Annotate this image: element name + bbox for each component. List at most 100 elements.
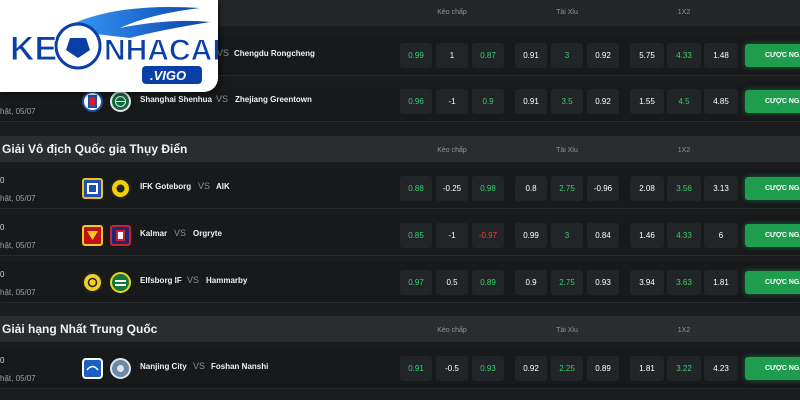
odds-home-win[interactable]: 3.94 — [630, 270, 664, 295]
odds-draw[interactable]: 3.22 — [667, 356, 701, 381]
match-date: hật, 05/07 — [0, 107, 36, 116]
odds-draw[interactable]: 4.5 — [667, 89, 701, 114]
odds-over[interactable]: 0.91 — [515, 89, 547, 114]
odds-handicap-away[interactable]: 0.93 — [472, 356, 504, 381]
odds-over[interactable]: 0.92 — [515, 356, 547, 381]
away-team[interactable]: Foshan Nanshi — [211, 362, 268, 371]
match-time: 0 — [0, 223, 5, 232]
odds-home-win[interactable]: 5.75 — [630, 43, 664, 68]
ou-line: 2.25 — [551, 356, 583, 381]
brand-logo-art: KE NHACAI .VIGO — [10, 6, 221, 84]
odds-handicap-home[interactable]: 0.85 — [400, 223, 432, 248]
odds-away-win[interactable]: 3.13 — [704, 176, 738, 201]
home-team[interactable]: Nanjing City — [140, 362, 187, 371]
shanghai-shenhua-logo — [82, 91, 103, 112]
col-handicap: Kèo chấp — [437, 147, 467, 154]
home-team[interactable]: Kalmar — [140, 229, 167, 238]
odds-handicap-away[interactable]: -0.97 — [472, 223, 504, 248]
bet-button[interactable]: CƯỢC NGAY — [745, 44, 800, 67]
ou-line: 3.5 — [551, 89, 583, 114]
home-team[interactable]: Shanghai Shenhua — [140, 95, 212, 104]
odds-handicap-away[interactable]: 0.9 — [472, 89, 504, 114]
match-time: 0 — [0, 356, 5, 365]
odds-under[interactable]: 0.84 — [587, 223, 619, 248]
match-time: 0 — [0, 176, 5, 185]
odds-handicap-home[interactable]: 0.97 — [400, 270, 432, 295]
brand-nhacai: NHACAI — [104, 34, 218, 67]
odds-handicap-away[interactable]: 0.98 — [472, 176, 504, 201]
odds-handicap-home[interactable]: 0.91 — [400, 356, 432, 381]
match-row: 0 hật, 05/07 IFK Goteborg VS AIK 0.88 -0… — [0, 168, 800, 209]
odds-handicap-home[interactable]: 0.88 — [400, 176, 432, 201]
odds-over[interactable]: 0.91 — [515, 43, 547, 68]
vs-label: VS — [193, 361, 206, 371]
handicap-line: -0.5 — [436, 356, 468, 381]
match-row: 0 hật, 05/07 Kalmar VS Orgryte 0.85 -1 -… — [0, 215, 800, 256]
odds-draw[interactable]: 4.33 — [667, 223, 701, 248]
odds-away-win[interactable]: 1.48 — [704, 43, 738, 68]
vs-label: VS — [187, 275, 200, 285]
col-1x2: 1X2 — [677, 147, 691, 154]
bet-button[interactable]: CƯỢC NGAY — [745, 357, 800, 380]
bet-button[interactable]: CƯỢC NGAY — [745, 177, 800, 200]
league-title: Giải Vô địch Quốc gia Thụy Điển — [2, 142, 188, 156]
odds-under[interactable]: 0.93 — [587, 270, 619, 295]
odds-handicap-home[interactable]: 0.99 — [400, 43, 432, 68]
away-team[interactable]: Orgryte — [193, 229, 222, 238]
bet-button[interactable]: CƯỢC NGAY — [745, 224, 800, 247]
odds-under[interactable]: 0.92 — [587, 43, 619, 68]
zhejiang-greentown-logo — [110, 91, 131, 112]
odds-away-win[interactable]: 1.81 — [704, 270, 738, 295]
odds-over[interactable]: 0.99 — [515, 223, 547, 248]
away-team[interactable]: Chengdu Rongcheng — [234, 49, 315, 58]
odds-away-win[interactable]: 6 — [704, 223, 738, 248]
odds-away-win[interactable]: 4.85 — [704, 89, 738, 114]
home-team[interactable]: IFK Goteborg — [140, 182, 191, 191]
odds-draw[interactable]: 3.56 — [667, 176, 701, 201]
handicap-line: -1 — [436, 223, 468, 248]
brand-k: KE — [10, 30, 57, 68]
odds-draw[interactable]: 3.63 — [667, 270, 701, 295]
league-header[interactable]: Giải Vô địch Quốc gia Thụy Điển Kèo chấp… — [0, 136, 800, 162]
handicap-line: -0.25 — [436, 176, 468, 201]
vs-label: VS — [174, 228, 187, 238]
col-handicap: Kèo chấp — [437, 327, 467, 334]
odds-draw[interactable]: 4.33 — [667, 43, 701, 68]
odds-home-win[interactable]: 1.55 — [630, 89, 664, 114]
odds-home-win[interactable]: 1.81 — [630, 356, 664, 381]
match-date: hật, 05/07 — [0, 288, 36, 297]
league-header[interactable]: Giải hạng Nhất Trung Quốc Kèo chấp Tài X… — [0, 316, 800, 342]
vs-label: VS — [216, 94, 229, 104]
vs-label: VS — [217, 48, 230, 58]
vs-label: VS — [198, 181, 211, 191]
away-team[interactable]: Zhejiang Greentown — [235, 95, 312, 104]
orgryte-logo — [110, 225, 131, 246]
odds-home-win[interactable]: 1.46 — [630, 223, 664, 248]
odds-over[interactable]: 0.9 — [515, 270, 547, 295]
bet-button[interactable]: CƯỢC NGAY — [745, 90, 800, 113]
col-overunder: Tài Xỉu — [556, 147, 578, 154]
odds-handicap-away[interactable]: 0.87 — [472, 43, 504, 68]
handicap-line: 0.5 — [436, 270, 468, 295]
away-team[interactable]: AIK — [216, 182, 230, 191]
odds-handicap-away[interactable]: 0.89 — [472, 270, 504, 295]
home-team[interactable]: Elfsborg IF — [140, 276, 182, 285]
handicap-line: 1 — [436, 43, 468, 68]
odds-away-win[interactable]: 4.23 — [704, 356, 738, 381]
match-row: 0 hật, 05/07 Elfsborg IF VS Hammarby 0.9… — [0, 262, 800, 303]
bet-button[interactable]: CƯỢC NGAY — [745, 271, 800, 294]
aik-logo — [110, 178, 131, 199]
odds-under[interactable]: -0.96 — [587, 176, 619, 201]
odds-over[interactable]: 0.8 — [515, 176, 547, 201]
odds-home-win[interactable]: 2.08 — [630, 176, 664, 201]
odds-handicap-home[interactable]: 0.96 — [400, 89, 432, 114]
col-handicap: Kèo chấp — [437, 9, 467, 16]
odds-page: Kèo chấp Tài Xỉu 1X2 VS Chengdu Rongchen… — [0, 0, 800, 400]
match-date: hật, 05/07 — [0, 194, 36, 203]
odds-under[interactable]: 0.92 — [587, 89, 619, 114]
kalmar-logo — [82, 225, 103, 246]
match-date: hật, 05/07 — [0, 241, 36, 250]
odds-under[interactable]: 0.89 — [587, 356, 619, 381]
brand-logo[interactable]: KE NHACAI .VIGO — [0, 0, 221, 92]
away-team[interactable]: Hammarby — [206, 276, 247, 285]
